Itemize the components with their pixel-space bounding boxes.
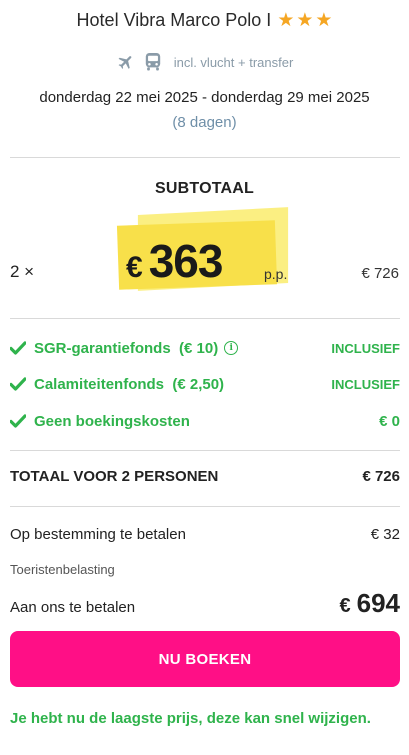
fee-left: Geen boekingskosten bbox=[10, 413, 190, 430]
check-icon bbox=[10, 377, 26, 391]
star-icon: ★ bbox=[296, 10, 314, 31]
pay-currency: € bbox=[339, 595, 351, 617]
total-amount: € 726 bbox=[362, 468, 400, 485]
fee-row-boekingskosten: Geen boekingskosten € 0 bbox=[10, 410, 400, 432]
destination-row: Op bestemming te betalen € 32 bbox=[10, 526, 400, 543]
trip-duration: (8 dagen) bbox=[172, 114, 237, 131]
star-icon: ★ bbox=[315, 10, 333, 31]
plane-icon bbox=[116, 53, 136, 71]
pay-amount: € 694 bbox=[339, 588, 400, 619]
divider bbox=[10, 318, 400, 319]
transport-info: incl. vlucht + transfer bbox=[0, 52, 409, 72]
divider bbox=[10, 506, 400, 507]
fee-status: INCLUSIEF bbox=[331, 340, 400, 356]
pay-value: 694 bbox=[356, 588, 400, 618]
fee-left: SGR-garantiefonds (€ 10) i bbox=[10, 339, 239, 357]
fee-left: Calamiteitenfonds (€ 2,50) bbox=[10, 376, 224, 393]
lowest-price-notice: Je hebt nu de laagste prijs, deze kan sn… bbox=[10, 710, 371, 727]
total-row: TOTAAL VOOR 2 PERSONEN € 726 bbox=[10, 468, 400, 485]
star-rating: ★ ★ ★ bbox=[277, 11, 332, 30]
subtotal-title: SUBTOTAAL bbox=[155, 180, 254, 197]
pay-row: Aan ons te betalen € 694 bbox=[10, 588, 400, 619]
bus-icon bbox=[144, 52, 162, 72]
hotel-header: Hotel Vibra Marco Polo I ★ ★ ★ bbox=[0, 10, 409, 31]
price-value: 363 bbox=[148, 235, 224, 287]
fee-label-wrap: SGR-garantiefonds (€ 10) i bbox=[34, 339, 239, 357]
hotel-title: Hotel Vibra Marco Polo I ★ ★ ★ bbox=[77, 10, 333, 31]
price-currency: € bbox=[126, 251, 143, 284]
book-now-button[interactable]: NU BOEKEN bbox=[10, 631, 400, 687]
destination-label: Op bestemming te betalen bbox=[10, 526, 186, 543]
per-person-label: p.p. bbox=[264, 266, 288, 282]
hotel-name: Hotel Vibra Marco Polo I bbox=[76, 10, 272, 30]
fee-row-sgr: SGR-garantiefonds (€ 10) i INCLUSIEF bbox=[10, 337, 400, 359]
fee-label: Geen boekingskosten bbox=[34, 412, 190, 430]
check-icon bbox=[10, 341, 26, 355]
divider bbox=[10, 157, 400, 158]
fee-status: INCLUSIEF bbox=[331, 376, 400, 392]
destination-amount: € 32 bbox=[370, 526, 400, 543]
total-label: TOTAAL VOOR 2 PERSONEN bbox=[10, 468, 219, 485]
tax-note: Toeristenbelasting bbox=[10, 562, 115, 577]
divider bbox=[10, 450, 400, 451]
check-icon bbox=[10, 414, 26, 428]
info-icon[interactable]: i bbox=[224, 341, 239, 355]
pay-label: Aan ons te betalen bbox=[10, 599, 136, 616]
quantity: 2 × bbox=[10, 262, 35, 281]
star-icon: ★ bbox=[277, 10, 295, 31]
fee-status: € 0 bbox=[379, 412, 400, 430]
trip-dates: donderdag 22 mei 2025 - donderdag 29 mei… bbox=[39, 89, 370, 106]
transport-label: incl. vlucht + transfer bbox=[173, 54, 294, 70]
fee-label: Calamiteitenfonds (€ 2,50) bbox=[34, 375, 225, 393]
fee-row-calamiteiten: Calamiteitenfonds (€ 2,50) INCLUSIEF bbox=[10, 373, 400, 395]
fee-label: SGR-garantiefonds (€ 10) bbox=[34, 339, 219, 357]
line-total: € 726 bbox=[361, 265, 399, 282]
price-per-person: € 363 bbox=[126, 234, 224, 288]
